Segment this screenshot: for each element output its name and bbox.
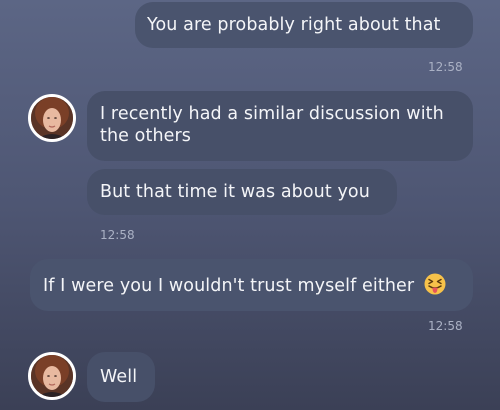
message-bubble-incoming[interactable]: But that time it was about you — [87, 169, 397, 215]
message-timestamp: 12:58 — [100, 228, 135, 242]
message-text: You are probably right about that — [147, 15, 441, 35]
avatar-photo — [31, 355, 73, 397]
message-text: I recently had a similar discussion with… — [100, 104, 444, 146]
message-timestamp: 12:58 — [428, 60, 463, 74]
message-text: Well — [100, 367, 138, 387]
message-text: But that time it was about you — [100, 182, 370, 202]
contact-avatar[interactable] — [28, 94, 76, 142]
message-bubble-outgoing[interactable]: If I were you I wouldn't trust myself ei… — [30, 259, 473, 311]
contact-avatar[interactable] — [28, 352, 76, 400]
message-bubble-incoming[interactable]: I recently had a similar discussion with… — [87, 91, 473, 161]
message-bubble-incoming[interactable]: Well — [87, 352, 155, 402]
squinting-face-with-tongue-icon — [424, 273, 446, 301]
message-timestamp: 12:58 — [428, 319, 463, 333]
message-bubble-outgoing[interactable]: You are probably right about that — [135, 2, 473, 48]
avatar-photo — [31, 97, 73, 139]
message-text: If I were you I wouldn't trust myself ei… — [43, 276, 415, 296]
